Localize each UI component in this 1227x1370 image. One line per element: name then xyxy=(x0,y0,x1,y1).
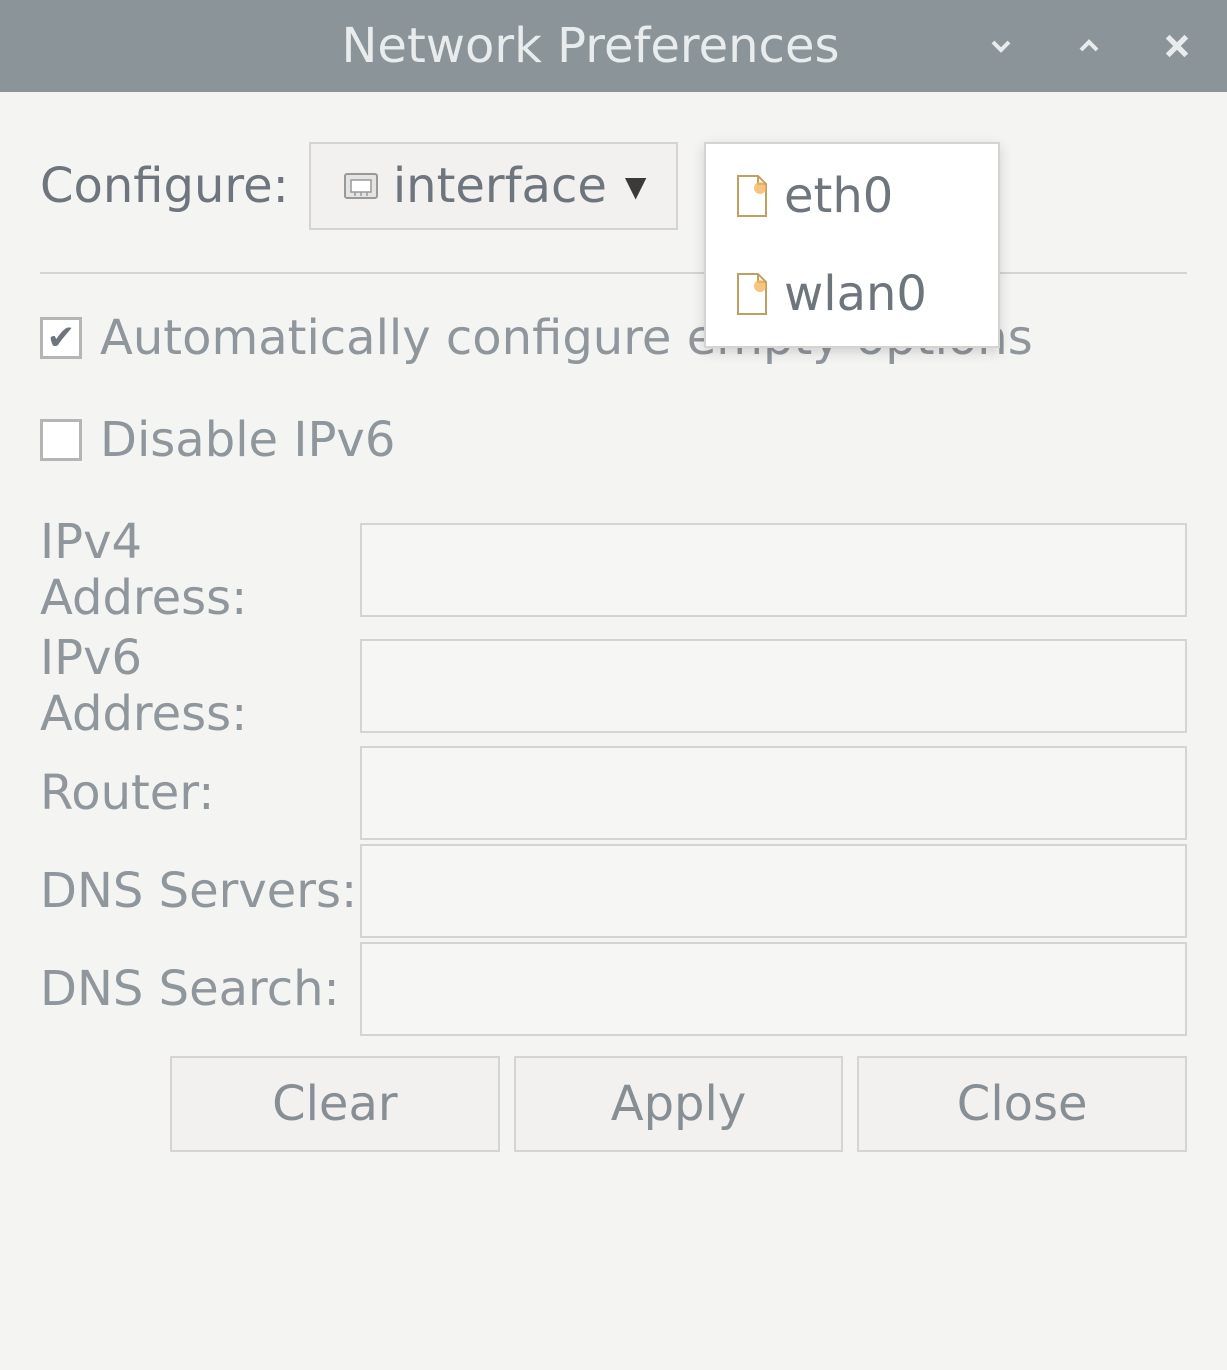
interface-option-eth0[interactable]: eth0 xyxy=(712,150,992,242)
router-input[interactable] xyxy=(360,746,1187,840)
close-dialog-button[interactable]: Close xyxy=(857,1056,1187,1152)
ipv4-input[interactable] xyxy=(360,523,1187,617)
divider xyxy=(40,272,1187,274)
form-fields: IPv4 Address: IPv6 Address: Router: DNS … xyxy=(40,514,1187,1036)
file-icon xyxy=(734,272,770,316)
close-button[interactable] xyxy=(1157,26,1197,66)
dns-search-row: DNS Search: xyxy=(40,942,1187,1036)
router-label: Router: xyxy=(40,765,360,821)
maximize-button[interactable] xyxy=(1069,26,1109,66)
interface-option-wlan0[interactable]: wlan0 xyxy=(712,248,992,340)
ipv6-label: IPv6 Address: xyxy=(40,630,360,742)
configure-label: Configure: xyxy=(40,158,289,214)
disable-ipv6-checkbox[interactable] xyxy=(40,419,82,461)
apply-button[interactable]: Apply xyxy=(514,1056,844,1152)
ethernet-icon xyxy=(341,166,381,206)
dialog-content: Configure: interface ▼ xyxy=(0,92,1227,1182)
ipv4-row: IPv4 Address: xyxy=(40,514,1187,626)
interface-dropdown-menu: eth0 wlan0 xyxy=(704,142,1000,348)
clear-button[interactable]: Clear xyxy=(170,1056,500,1152)
interface-dropdown[interactable]: interface ▼ xyxy=(309,142,679,230)
dns-servers-input[interactable] xyxy=(360,844,1187,938)
button-row: Clear Apply Close xyxy=(170,1056,1187,1152)
dns-servers-label: DNS Servers: xyxy=(40,863,360,919)
ipv4-label: IPv4 Address: xyxy=(40,514,360,626)
window-title: Network Preferences xyxy=(30,18,981,74)
configure-row: Configure: interface ▼ xyxy=(40,142,1187,230)
auto-configure-checkbox[interactable] xyxy=(40,317,82,359)
disable-ipv6-label: Disable IPv6 xyxy=(100,412,395,468)
dns-search-input[interactable] xyxy=(360,942,1187,1036)
dns-servers-row: DNS Servers: xyxy=(40,844,1187,938)
interface-dropdown-label: interface xyxy=(393,158,607,214)
auto-configure-row: Automatically configure empty options xyxy=(40,310,1187,366)
dns-search-label: DNS Search: xyxy=(40,961,360,1017)
chevron-down-icon: ▼ xyxy=(625,170,647,203)
interface-option-label: wlan0 xyxy=(784,266,927,322)
minimize-button[interactable] xyxy=(981,26,1021,66)
file-icon xyxy=(734,174,770,218)
titlebar: Network Preferences xyxy=(0,0,1227,92)
ipv6-input[interactable] xyxy=(360,639,1187,733)
disable-ipv6-row: Disable IPv6 xyxy=(40,412,1187,468)
router-row: Router: xyxy=(40,746,1187,840)
titlebar-controls xyxy=(981,26,1197,66)
interface-option-label: eth0 xyxy=(784,168,893,224)
ipv6-row: IPv6 Address: xyxy=(40,630,1187,742)
